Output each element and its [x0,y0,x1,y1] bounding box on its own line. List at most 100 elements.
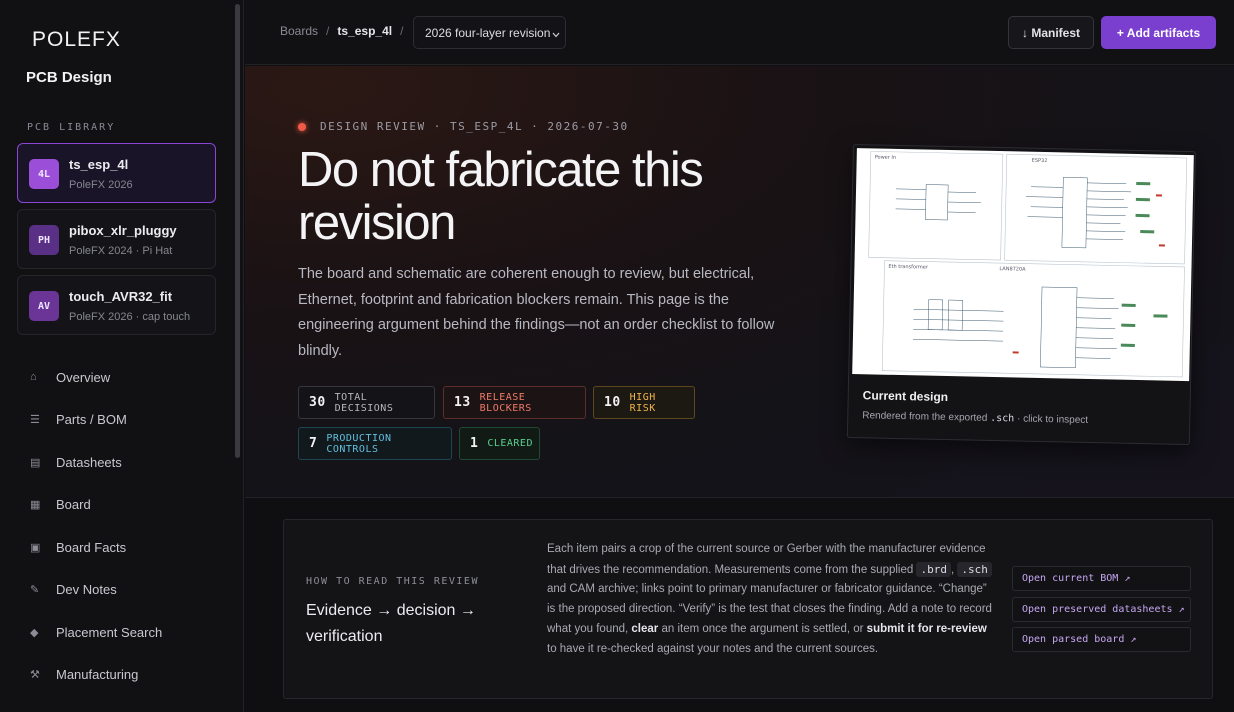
stat-production-controls[interactable]: 7 PRODUCTION CONTROLS [298,427,452,460]
stat-value: 7 [309,436,318,451]
nav-item-board[interactable]: ▦ Board [30,494,91,514]
facts-icon: ▣ [30,541,41,554]
brd-code: .brd [916,561,951,577]
breadcrumb-separator: / [400,24,404,38]
sidebar-scrollbar[interactable] [235,4,240,458]
stat-label: PRODUCTION CONTROLS [326,432,392,455]
hero-description: The board and schematic are coherent eno… [298,266,775,359]
preview-caption-prefix: Rendered from the exported [862,410,988,424]
howto-text: to have it re-checked against your notes… [547,642,879,655]
chevron-down-icon [552,32,560,37]
stat-value: 13 [454,395,471,410]
open-current-bom-link[interactable]: Open current BOM ↗ [1012,566,1191,591]
status-dot-icon [298,122,306,131]
how-to-read-panel: HOW TO READ THIS REVIEW Evidence → decis… [283,519,1213,699]
howto-rereview-term: submit it for re-review [866,622,987,635]
howto-text: an item once the argument is settled, or [661,622,864,635]
revision-select[interactable]: 2026 four-layer revision [413,16,566,49]
howto-kicker: HOW TO READ THIS REVIEW [306,576,479,587]
schematic-section-phy: LAN8720A [999,266,1026,273]
page-title: Do not fabricate this revision [298,143,704,250]
stat-high-risk[interactable]: 10 HIGH RISK [593,386,695,419]
logo-text: POLEFX [32,28,121,51]
review-tag: DESIGN REVIEW · TS_ESP_4L · 2026-07-30 [298,120,629,133]
open-parsed-board-link[interactable]: Open parsed board ↗ [1012,627,1191,652]
board-sub: PoleFX 2026 [69,179,133,191]
list-icon: ☰ [30,413,40,426]
stat-total-decisions[interactable]: 30 TOTAL DECISIONS [298,386,435,419]
home-icon: ⌂ [30,371,37,383]
nav-label: Board [56,496,91,512]
breadcrumb-board[interactable]: ts_esp_4l [337,24,392,38]
stat-value: 30 [309,395,326,410]
board-badge: 4L [29,159,59,189]
nav-label: Board Facts [56,539,127,555]
howto-clear-term: clear [631,622,659,635]
current-design-preview[interactable]: Power In ESP32 Eth transformer LAN8720A [846,144,1196,446]
howto-body: Each item pairs a crop of the current so… [547,540,992,659]
board-card-touch-avr32-fit[interactable]: AV touch_AVR32_fit PoleFX 2026 · cap tou… [17,275,216,335]
howto-heading: Evidence → decision → verification [306,602,476,645]
breadcrumb-separator: / [326,24,330,38]
stat-label: TOTAL DECISIONS [334,391,394,414]
pencil-icon: ✎ [30,583,40,596]
nav-item-manufacturing[interactable]: ⚒ Manufacturing [30,664,138,684]
preview-caption: Rendered from the exported .sch · click … [862,410,1088,426]
stat-cleared[interactable]: 1 CLEARED [459,427,540,460]
stat-label: HIGH RISK [629,391,656,414]
breadcrumb: Boards / ts_esp_4l / [280,24,411,38]
nav-item-dev-notes[interactable]: ✎ Dev Notes [30,579,117,599]
preview-title: Current design [862,388,949,405]
stat-value: 10 [604,395,621,410]
stat-release-blockers[interactable]: 13 RELEASE BLOCKERS [443,386,586,419]
add-artifacts-button[interactable]: + Add artifacts [1101,16,1216,49]
nav-item-parts-bom[interactable]: ☰ Parts / BOM [30,409,127,429]
nav-label: Overview [56,369,111,385]
nav-item-placement-search[interactable]: ◆ Placement Search [30,622,162,642]
top-bar: Boards / ts_esp_4l / 2026 four-layer rev… [245,0,1234,65]
open-datasheets-link[interactable]: Open preserved datasheets ↗ [1012,597,1191,622]
review-tag-text: DESIGN REVIEW · TS_ESP_4L · 2026-07-30 [320,120,629,133]
nav-label: Placement Search [56,624,163,640]
tools-icon: ⚒ [30,668,40,681]
stat-label: RELEASE BLOCKERS [479,391,532,414]
breadcrumb-boards[interactable]: Boards [280,24,318,38]
board-name: pibox_xlr_pluggy [69,223,177,238]
schematic-section-mcu: ESP32 [1032,158,1048,164]
stat-label: CLEARED [487,438,533,449]
diamond-icon: ◆ [30,626,39,639]
library-heading: PCB LIBRARY [27,122,116,133]
preview-caption-ext: .sch [990,412,1015,425]
board-badge: PH [29,225,59,255]
sch-code: .sch [957,561,992,577]
preview-caption-suffix: · click to inspect [1016,413,1089,426]
document-icon: ▤ [30,456,41,469]
revision-value: 2026 four-layer revision [425,25,551,40]
howto-comma: , [950,563,955,576]
review-hero: DESIGN REVIEW · TS_ESP_4L · 2026-07-30 D… [245,66,1234,498]
stat-value: 1 [470,436,479,451]
nav-label: Datasheets [56,454,122,470]
nav-label: Parts / BOM [56,411,127,427]
schematic-thumbnail: Power In ESP32 Eth transformer LAN8720A [852,148,1194,382]
board-sub: PoleFX 2026 · cap touch [69,311,191,323]
board-icon: ▦ [30,498,41,511]
app-title: PCB Design [26,69,112,86]
nav-item-board-facts[interactable]: ▣ Board Facts [30,537,126,557]
board-name: ts_esp_4l [69,157,129,172]
nav-item-overview[interactable]: ⌂ Overview [30,367,110,387]
nav-item-datasheets[interactable]: ▤ Datasheets [30,452,122,472]
board-name: touch_AVR32_fit [69,289,173,304]
sidebar: POLEFX PCB Design PCB LIBRARY 4L ts_esp_… [0,0,244,712]
schematic-section-eth: Eth transformer [888,264,929,271]
board-card-pibox-xlr-pluggy[interactable]: PH pibox_xlr_pluggy PoleFX 2024 · Pi Hat [17,209,216,269]
schematic-section-power: Power In [875,154,896,160]
board-sub: PoleFX 2024 · Pi Hat [69,245,173,257]
board-card-ts-esp-4l[interactable]: 4L ts_esp_4l PoleFX 2026 [17,143,216,203]
schematic-drawing: Power In ESP32 Eth transformer LAN8720A [868,151,1188,378]
nav-label: Manufacturing [56,666,139,682]
nav-label: Dev Notes [56,581,117,597]
manifest-button[interactable]: ↓ Manifest [1008,16,1094,49]
polefx-logo[interactable]: POLEFX [32,28,121,52]
board-badge: AV [29,291,59,321]
